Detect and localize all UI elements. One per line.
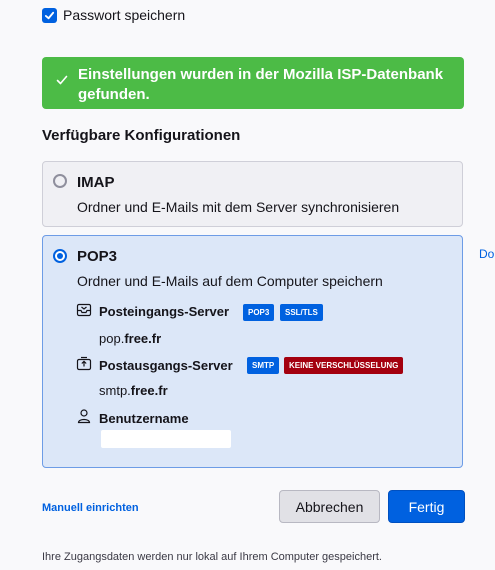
cancel-button[interactable]: Abbrechen [279, 490, 380, 523]
badge-pop3: POP3 [243, 304, 275, 321]
inbox-icon [76, 303, 92, 317]
check-icon [56, 75, 68, 85]
user-icon [77, 409, 91, 424]
remember-password-checkbox[interactable] [42, 7, 57, 23]
remember-password-row[interactable]: Passwort speichern [42, 7, 185, 23]
incoming-server-label: Posteingangs-Server [99, 304, 230, 319]
pop3-title: POP3 [77, 248, 118, 265]
config-card-imap[interactable]: IMAP Ordner und E-Mails mit dem Server s… [42, 161, 463, 227]
username-field[interactable] [101, 430, 231, 448]
manual-setup-link[interactable]: Manuell einrichten [42, 502, 139, 514]
done-button[interactable]: Fertig [388, 490, 465, 523]
pop3-radio[interactable] [53, 249, 67, 263]
checkmark-icon [44, 11, 55, 19]
section-title: Verfügbare Konfigurationen [42, 127, 241, 144]
success-banner: Einstellungen wurden in der Mozilla ISP-… [42, 57, 464, 109]
badge-no-encryption: KEINE VERSCHLÜSSELUNG [284, 357, 404, 374]
username-label: Benutzername [99, 411, 189, 426]
outgoing-server-label: Postausgangs-Server [99, 358, 233, 373]
imap-radio[interactable] [53, 174, 67, 188]
badge-smtp: SMTP [247, 357, 280, 374]
footer-note: Ihre Zugangsdaten werden nur lokal auf I… [42, 551, 382, 563]
imap-description: Ordner und E-Mails mit dem Server synchr… [77, 199, 400, 215]
success-message-line1: Einstellungen wurden in der Mozilla ISP-… [78, 66, 444, 83]
remember-password-label: Passwort speichern [63, 7, 186, 23]
badge-ssl-tls: SSL/TLS [280, 304, 323, 321]
incoming-host: pop.free.fr [99, 331, 162, 346]
side-link[interactable]: Do [479, 247, 494, 261]
config-card-pop3[interactable]: POP3 Ordner und E-Mails auf dem Computer… [42, 235, 463, 468]
imap-title: IMAP [77, 174, 115, 191]
outgoing-host: smtp.free.fr [99, 383, 168, 398]
outbox-icon [76, 356, 92, 371]
success-message-line2: gefunden. [78, 86, 150, 103]
pop3-description: Ordner und E-Mails auf dem Computer spei… [77, 273, 383, 289]
